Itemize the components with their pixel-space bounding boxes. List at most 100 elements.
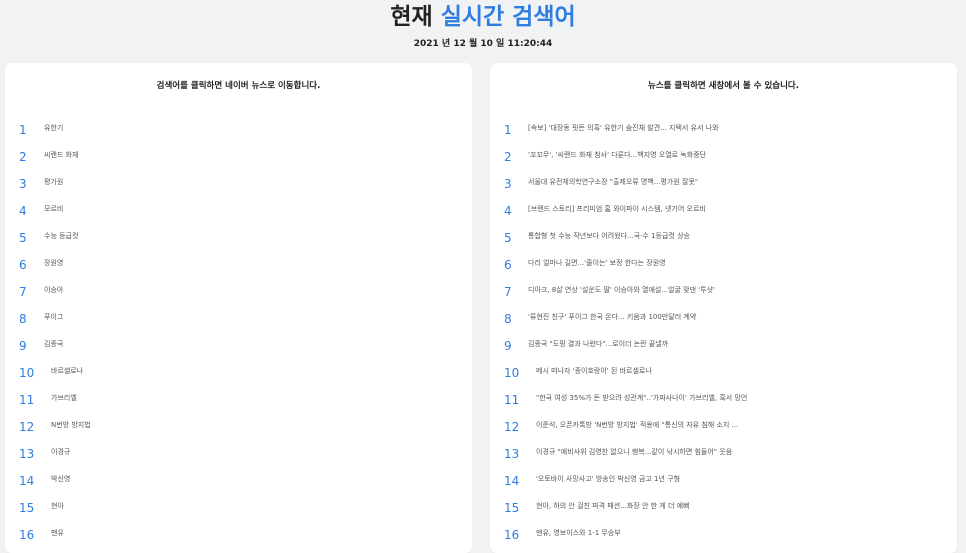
news-link[interactable]: '류현진 친구' 푸이그 한국 온다... 키움과 100만달러 계약: [528, 312, 696, 322]
news-link[interactable]: 다리 얼마나 길면...'줄이는' 보정 한다는 장원영: [528, 258, 666, 268]
news-row: 6 다리 얼마나 길면...'줄이는' 보정 한다는 장원영: [490, 251, 957, 278]
news-row: 14 '오토바이 사망사고' 방송인 박신영 금고 1년 구형: [490, 467, 957, 494]
news-list: 1 [속보] '대장동 핏돈 의혹' 유한기 숨진채 발견... 지택서 유서 나…: [490, 116, 957, 548]
keyword-row: 4 모르비: [5, 197, 472, 224]
keyword-rank: 6: [19, 258, 27, 272]
keyword-rank: 14: [19, 474, 35, 488]
keyword-row: 16 맨유: [5, 521, 472, 548]
news-link[interactable]: 디아크, 8살 연상 '설운도 딸' 이승아와 열애설...얼굴 맞댄 '투샷': [528, 285, 715, 295]
keyword-row: 9 김종국: [5, 332, 472, 359]
news-link[interactable]: 서울대 유전체의학연구소장 "출제오류 명백...평가원 잘못": [528, 177, 698, 187]
keyword-rank: 4: [19, 204, 27, 218]
news-row: 1 [속보] '대장동 핏돈 의혹' 유한기 숨진채 발견... 지택서 유서 나…: [490, 116, 957, 143]
news-row: 9 김종국 "도핑 결과 나왔다"...로이더 논란 끝낼까: [490, 332, 957, 359]
news-link[interactable]: 현아, 하의 안 걸친 파격 패션...화장 안 한 게 더 예뻐: [536, 501, 690, 511]
news-row: 12 이준석, 오픈카톡방 'N번방 방지법' 적용에 "통신의 자유 침해 소지…: [490, 413, 957, 440]
news-rank: 11: [504, 393, 520, 407]
keyword-link[interactable]: 박신영: [51, 474, 70, 484]
keyword-link[interactable]: 씨랜드 화재: [44, 150, 78, 160]
news-link[interactable]: 맨유, 영보이스와 1-1 무승부: [536, 528, 621, 538]
news-row: 3 서울대 유전체의학연구소장 "출제오류 명백...평가원 잘못": [490, 170, 957, 197]
keyword-link[interactable]: 김종국: [44, 339, 63, 349]
keyword-row: 3 평가원: [5, 170, 472, 197]
news-link[interactable]: [브랜드 스토리] 프리미엄 홈 와이파이 시스템, 넷기어 오르비: [528, 204, 706, 214]
keyword-row: 5 수능 등급컷: [5, 224, 472, 251]
keyword-rank: 12: [19, 420, 35, 434]
keyword-rank: 8: [19, 312, 27, 326]
keyword-row: 12 N번방 방지법: [5, 413, 472, 440]
keyword-link[interactable]: N번방 방지법: [51, 420, 91, 430]
news-link[interactable]: 통합형 첫 수능 작년보다 어려웠다...국·수 1등급컷 상승: [528, 231, 690, 241]
keyword-rank: 2: [19, 150, 27, 164]
news-row: 4 [브랜드 스토리] 프리미엄 홈 와이파이 시스템, 넷기어 오르비: [490, 197, 957, 224]
news-link[interactable]: [속보] '대장동 핏돈 의혹' 유한기 숨진채 발견... 지택서 유서 나와: [528, 123, 719, 133]
keyword-row: 14 박신영: [5, 467, 472, 494]
title-accent: 실시간 검색어: [440, 4, 576, 30]
news-row: 16 맨유, 영보이스와 1-1 무승부: [490, 521, 957, 548]
news-rank: 10: [504, 366, 520, 380]
news-row: 10 메시 떠나자 '종이호랑이' 된 바르셀로나: [490, 359, 957, 386]
page-header: 현재 실시간 검색어 2021 년 12 월 10 일 11:20:44: [0, 0, 966, 56]
keyword-rank: 1: [19, 123, 27, 137]
keyword-link[interactable]: 장원영: [44, 258, 63, 268]
news-link[interactable]: '꼬꼬무', '씨랜드 화재 참사' 다룬다...백지영 오열로 녹화중단: [528, 150, 706, 160]
news-panel: 뉴스를 클릭하면 새창에서 볼 수 있습니다. 1 [속보] '대장동 핏돈 의혹…: [490, 63, 957, 553]
keyword-row: 11 가브리엘: [5, 386, 472, 413]
keyword-row: 2 씨랜드 화재: [5, 143, 472, 170]
news-row: 13 이경규 "예비사위 김영찬 없으니 행복...같이 낚시하면 힘들어" 웃음: [490, 440, 957, 467]
keyword-rank: 3: [19, 177, 27, 191]
keyword-link[interactable]: 이경규: [51, 447, 70, 457]
keyword-link[interactable]: 수능 등급컷: [44, 231, 78, 241]
keyword-row: 6 장원영: [5, 251, 472, 278]
keyword-rank: 13: [19, 447, 35, 461]
keyword-link[interactable]: 평가원: [44, 177, 63, 187]
keyword-link[interactable]: 유한기: [44, 123, 63, 133]
title-prefix: 현재: [390, 4, 433, 30]
news-rank: 13: [504, 447, 520, 461]
news-rank: 14: [504, 474, 520, 488]
news-link[interactable]: "한국 여성 35%가 돈 받으려 성관계"..'가짜사나이' 가브리엘, 흑서…: [536, 393, 747, 403]
news-rank: 4: [504, 204, 512, 218]
keyword-link[interactable]: 이승아: [44, 285, 63, 295]
news-rank: 12: [504, 420, 520, 434]
keyword-rank: 9: [19, 339, 27, 353]
news-rank: 8: [504, 312, 512, 326]
keyword-link[interactable]: 바르셀로나: [51, 366, 83, 376]
news-rank: 5: [504, 231, 512, 245]
keyword-link[interactable]: 모르비: [44, 204, 63, 214]
news-link[interactable]: 이경규 "예비사위 김영찬 없으니 행복...같이 낚시하면 힘들어" 웃음: [536, 447, 732, 457]
keyword-row: 15 현아: [5, 494, 472, 521]
keyword-link[interactable]: 가브리엘: [51, 393, 77, 403]
keyword-rank: 16: [19, 528, 35, 542]
news-row: 15 현아, 하의 안 걸친 파격 패션...화장 안 한 게 더 예뻐: [490, 494, 957, 521]
page-title: 현재 실시간 검색어: [0, 2, 966, 32]
keyword-row: 8 푸이그: [5, 305, 472, 332]
news-link[interactable]: 김종국 "도핑 결과 나왔다"...로이더 논란 끝낼까: [528, 339, 668, 349]
keyword-panel-heading: 검색어를 클릭하면 네이버 뉴스로 이동합니다.: [156, 81, 321, 91]
keyword-rank: 15: [19, 501, 35, 515]
keyword-rank: 7: [19, 285, 27, 299]
news-link[interactable]: 메시 떠나자 '종이호랑이' 된 바르셀로나: [536, 366, 652, 376]
news-rank: 9: [504, 339, 512, 353]
news-rank: 2: [504, 150, 512, 164]
news-rank: 3: [504, 177, 512, 191]
news-row: 7 디아크, 8살 연상 '설운도 딸' 이승아와 열애설...얼굴 맞댄 '투샷…: [490, 278, 957, 305]
keyword-row: 7 이승아: [5, 278, 472, 305]
news-rank: 7: [504, 285, 512, 299]
news-rank: 6: [504, 258, 512, 272]
news-link[interactable]: 이준석, 오픈카톡방 'N번방 방지법' 적용에 "통신의 자유 침해 소지 .…: [536, 420, 738, 430]
news-panel-heading: 뉴스를 클릭하면 새창에서 볼 수 있습니다.: [648, 81, 799, 91]
keyword-list: 1 유한기 2 씨랜드 화재 3 평가원 4 모르비 5 수능 등급컷 6 장원영 7 이승아 8 푸이그 9 김…: [5, 116, 472, 548]
news-row: 11 "한국 여성 35%가 돈 받으려 성관계"..'가짜사나이' 가브리엘, …: [490, 386, 957, 413]
keyword-row: 13 이경규: [5, 440, 472, 467]
keyword-link[interactable]: 현아: [51, 501, 64, 511]
news-row: 5 통합형 첫 수능 작년보다 어려웠다...국·수 1등급컷 상승: [490, 224, 957, 251]
keyword-row: 1 유한기: [5, 116, 472, 143]
keyword-link[interactable]: 푸이그: [44, 312, 63, 322]
keyword-rank: 10: [19, 366, 35, 380]
news-link[interactable]: '오토바이 사망사고' 방송인 박신영 금고 1년 구형: [536, 474, 680, 484]
news-rank: 15: [504, 501, 520, 515]
keyword-row: 10 바르셀로나: [5, 359, 472, 386]
keyword-link[interactable]: 맨유: [51, 528, 64, 538]
news-rank: 1: [504, 123, 512, 137]
